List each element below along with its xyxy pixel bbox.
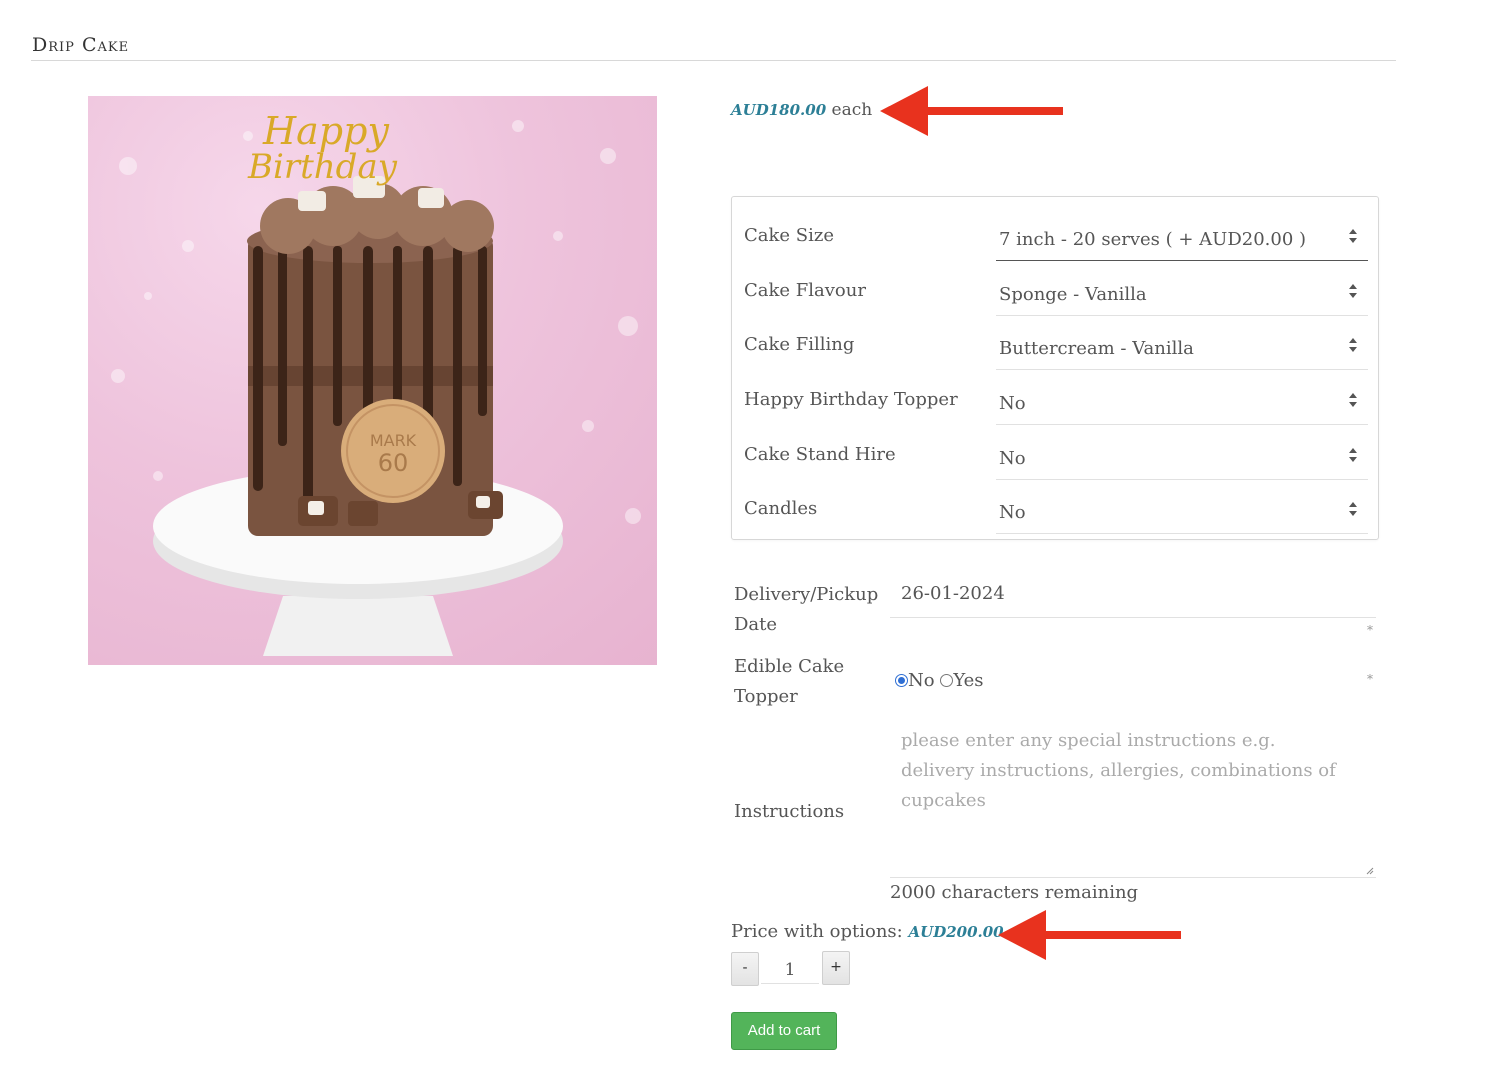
select-arrows-icon xyxy=(1349,229,1357,243)
resize-grip-icon[interactable] xyxy=(1366,867,1374,875)
select-value: No xyxy=(999,502,1026,523)
radio-no[interactable] xyxy=(895,674,908,687)
price-with-options: Price with options: AUD200.00 xyxy=(731,921,1004,942)
select-arrows-icon xyxy=(1349,284,1357,298)
option-label: Cake Flavour xyxy=(744,280,866,301)
candles-select[interactable]: No xyxy=(996,486,1368,534)
select-value: No xyxy=(999,393,1026,414)
instructions-textarea[interactable]: please enter any special instructions e.… xyxy=(890,722,1376,878)
select-value: 7 inch - 20 serves ( + AUD20.00 ) xyxy=(999,229,1307,250)
select-value: Sponge - Vanilla xyxy=(999,284,1147,305)
option-label: Cake Filling xyxy=(744,334,855,355)
option-row-candles: Candles No xyxy=(744,478,1368,534)
option-row-cake-flavour: Cake Flavour Sponge - Vanilla xyxy=(744,260,1368,316)
required-indicator: * xyxy=(1367,672,1373,686)
svg-text:60: 60 xyxy=(378,449,409,477)
unit-price-suffix: each xyxy=(831,100,873,120)
option-label: Happy Birthday Topper xyxy=(744,389,958,410)
birthday-topper-select[interactable]: No xyxy=(996,377,1368,425)
option-label: Candles xyxy=(744,498,818,519)
instructions-placeholder: please enter any special instructions e.… xyxy=(901,730,1336,811)
date-label: Delivery/Pickup Date xyxy=(734,584,879,635)
svg-text:Birthday: Birthday xyxy=(247,147,398,187)
quantity-increase-button[interactable]: + xyxy=(822,951,850,985)
cake-illustration: Happy Birthday MARK 60 xyxy=(111,109,641,656)
select-arrows-icon xyxy=(1349,448,1357,462)
topper-option-no[interactable]: No xyxy=(895,670,935,691)
select-arrows-icon xyxy=(1349,338,1357,352)
date-input[interactable]: 26-01-2024 xyxy=(901,583,1005,604)
instructions-label: Instructions xyxy=(734,801,845,822)
quantity-decrease-button[interactable]: - xyxy=(731,952,759,986)
product-image: Happy Birthday MARK 60 xyxy=(88,96,657,665)
cake-filling-select[interactable]: Buttercream - Vanilla xyxy=(996,322,1368,370)
select-value: Buttercream - Vanilla xyxy=(999,338,1194,359)
option-row-cake-stand-hire: Cake Stand Hire No xyxy=(744,424,1368,480)
quantity-input[interactable]: 1 xyxy=(761,955,819,984)
annotation-arrow-price xyxy=(880,86,1063,136)
topper-radio-group: No Yes xyxy=(895,670,984,691)
select-arrows-icon xyxy=(1349,502,1357,516)
option-row-cake-size: Cake Size 7 inch - 20 serves ( + AUD20.0… xyxy=(744,205,1368,261)
topper-option-yes[interactable]: Yes xyxy=(940,670,984,691)
price-with-options-label: Price with options: xyxy=(731,921,903,942)
required-indicator: * xyxy=(1367,623,1373,637)
option-row-birthday-topper: Happy Birthday Topper No xyxy=(744,369,1368,425)
product-title: Drip Cake xyxy=(32,34,130,56)
select-arrows-icon xyxy=(1349,393,1357,407)
select-value: No xyxy=(999,448,1026,469)
radio-yes[interactable] xyxy=(940,674,954,687)
date-input-underline xyxy=(890,617,1376,618)
price-with-options-value: AUD200.00 xyxy=(908,923,1004,941)
product-options-panel: Cake Size 7 inch - 20 serves ( + AUD20.0… xyxy=(731,196,1379,540)
add-to-cart-button[interactable]: Add to cart xyxy=(731,1012,837,1050)
cake-stand-hire-select[interactable]: No xyxy=(996,432,1368,480)
cake-size-select[interactable]: 7 inch - 20 serves ( + AUD20.00 ) xyxy=(996,213,1368,261)
option-row-cake-filling: Cake Filling Buttercream - Vanilla xyxy=(744,314,1368,370)
chars-remaining: 2000 characters remaining xyxy=(890,882,1139,903)
annotation-arrow-total xyxy=(998,910,1181,960)
option-label: Cake Size xyxy=(744,225,835,246)
unit-price-amount: AUD180.00 xyxy=(731,101,827,119)
cake-flavour-select[interactable]: Sponge - Vanilla xyxy=(996,268,1368,316)
option-label: Cake Stand Hire xyxy=(744,444,896,465)
title-divider xyxy=(31,60,1396,61)
topper-label: Edible Cake Topper xyxy=(734,656,845,707)
svg-text:MARK: MARK xyxy=(370,431,417,450)
unit-price: AUD180.00 each xyxy=(731,100,872,120)
